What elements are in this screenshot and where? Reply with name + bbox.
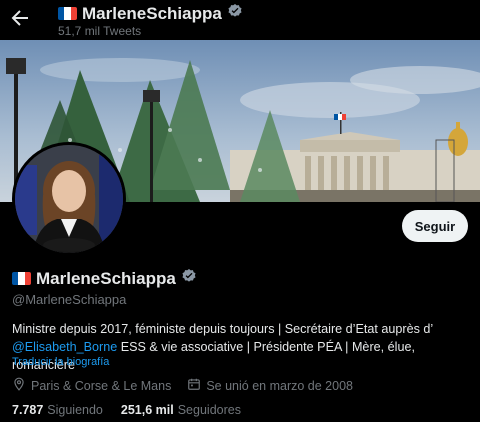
location-pin-icon <box>12 377 26 394</box>
location-text: Paris & Corse & Le Mans <box>31 378 172 393</box>
france-flag-icon <box>58 7 77 20</box>
profile-stats: 7.787 Siguiendo 251,6 mil Seguidores <box>12 403 259 417</box>
joined-text: Se unió en marzo de 2008 <box>206 378 353 393</box>
header-title: MarleneSchiappa <box>82 3 222 23</box>
verified-badge-icon <box>181 268 197 289</box>
bio-mention-link[interactable]: @Elisabeth_Borne <box>12 340 117 354</box>
profile-name-row: MarleneSchiappa <box>12 268 197 289</box>
followers-count[interactable]: 251,6 mil <box>121 403 174 417</box>
back-arrow-icon[interactable] <box>8 6 32 30</box>
joined-item: Se unió en marzo de 2008 <box>187 377 353 394</box>
france-flag-icon <box>12 272 31 285</box>
translate-bio-link[interactable]: Traducir la biografía <box>12 356 109 368</box>
verified-badge-icon <box>227 3 243 24</box>
profile-handle: @MarleneSchiappa <box>12 292 127 307</box>
follow-button[interactable]: Seguir <box>402 210 468 242</box>
profile-avatar[interactable] <box>12 142 126 256</box>
bio-text-line1: Ministre depuis 2017, féministe depuis t… <box>12 322 434 336</box>
tweet-count: 51,7 mil Tweets <box>58 24 142 38</box>
following-count[interactable]: 7.787 <box>12 403 43 417</box>
profile-header-bar: MarleneSchiappa 51,7 mil Tweets <box>0 0 480 40</box>
profile-meta: Paris & Corse & Le Mans Se unió en marzo… <box>12 377 369 394</box>
calendar-icon <box>187 377 201 394</box>
followers-label[interactable]: Seguidores <box>178 403 241 417</box>
display-name: MarleneSchiappa <box>36 268 176 288</box>
location-item: Paris & Corse & Le Mans <box>12 377 171 394</box>
header-name-row: MarleneSchiappa <box>58 3 243 24</box>
following-label[interactable]: Siguiendo <box>47 403 103 417</box>
